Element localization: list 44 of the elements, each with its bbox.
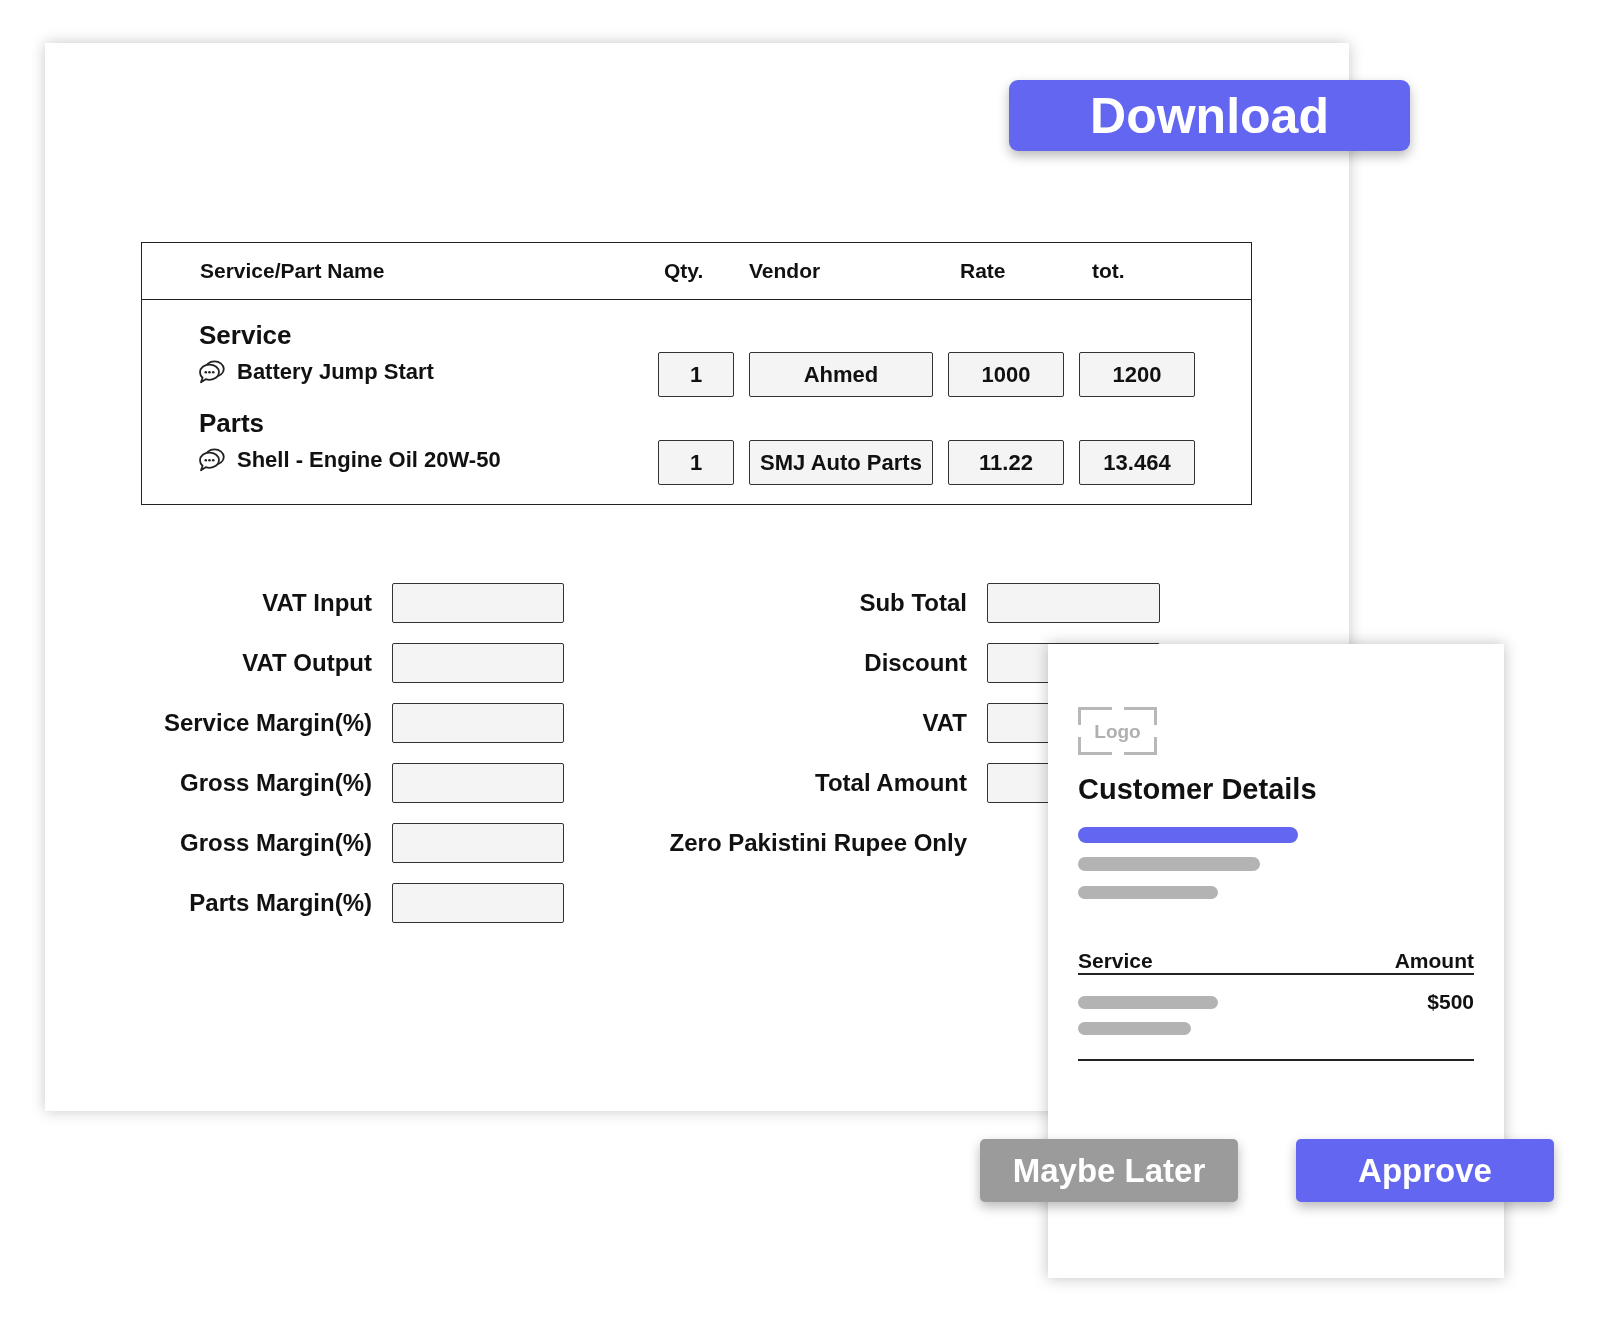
qty-field[interactable]: 1 bbox=[658, 440, 734, 485]
logo-placeholder-box: Logo bbox=[1078, 707, 1157, 755]
field-label: Discount bbox=[864, 648, 967, 678]
section-title: Service bbox=[199, 322, 292, 348]
download-button[interactable]: Download bbox=[1009, 80, 1410, 151]
qty-field[interactable]: 1 bbox=[658, 352, 734, 397]
chat-bubbles-icon[interactable] bbox=[199, 359, 225, 384]
field-label: Sub Total bbox=[859, 588, 967, 618]
field-label: Gross Margin(%) bbox=[179, 768, 372, 798]
field-label: VAT bbox=[922, 708, 967, 738]
card-title: Customer Details bbox=[1078, 773, 1317, 805]
column-header: Service/Part Name bbox=[200, 259, 385, 283]
amount-text: $500 bbox=[1427, 990, 1474, 1014]
vendor-field[interactable]: Ahmed bbox=[749, 352, 933, 397]
field-label: Service Margin(%) bbox=[163, 708, 372, 738]
rate-field[interactable]: 11.22 bbox=[948, 440, 1064, 485]
input-field[interactable] bbox=[392, 703, 564, 743]
input-field[interactable] bbox=[392, 643, 564, 683]
column-header: tot. bbox=[1092, 259, 1125, 283]
column-header: Amount bbox=[1394, 949, 1474, 973]
total-field[interactable]: 13.464 bbox=[1079, 440, 1195, 485]
rate-field[interactable]: 1000 bbox=[948, 352, 1064, 397]
section-title: Parts bbox=[199, 410, 265, 436]
input-field[interactable] bbox=[392, 763, 564, 803]
field-label: VAT Output bbox=[242, 648, 372, 678]
input-field[interactable] bbox=[987, 583, 1160, 623]
column-header: Qty. bbox=[664, 259, 704, 283]
vendor-field[interactable]: SMJ Auto Parts bbox=[749, 440, 933, 485]
amount-in-words: Zero Pakistini Rupee Only bbox=[669, 828, 967, 858]
field-label: Total Amount bbox=[815, 768, 967, 798]
column-header: Vendor bbox=[749, 259, 821, 283]
approve-button[interactable]: Approve bbox=[1296, 1139, 1554, 1202]
field-label: Gross Margin(%) bbox=[179, 828, 372, 858]
item-name: Shell - Engine Oil 20W-50 bbox=[237, 446, 501, 474]
total-field[interactable]: 1200 bbox=[1079, 352, 1195, 397]
chat-bubbles-icon[interactable] bbox=[199, 447, 225, 472]
input-field[interactable] bbox=[392, 823, 564, 863]
input-field[interactable] bbox=[392, 883, 564, 923]
column-header: Service bbox=[1078, 949, 1153, 973]
column-header: Rate bbox=[960, 259, 1006, 283]
item-name: Battery Jump Start bbox=[237, 358, 434, 386]
field-label: Parts Margin(%) bbox=[189, 888, 372, 918]
field-label: VAT Input bbox=[262, 588, 372, 618]
input-field[interactable] bbox=[392, 583, 564, 623]
